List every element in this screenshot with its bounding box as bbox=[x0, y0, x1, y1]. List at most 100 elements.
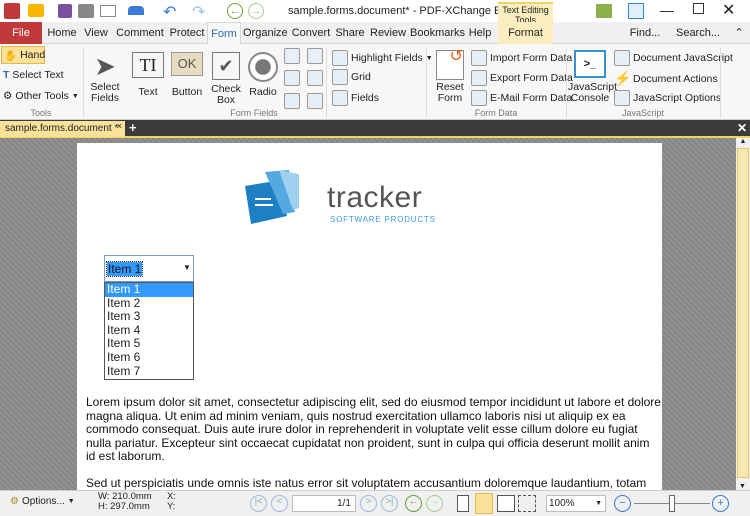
list-item[interactable]: Item 7 bbox=[105, 364, 193, 379]
radio-label: Radio bbox=[249, 86, 277, 98]
find-button[interactable]: Find... bbox=[622, 22, 668, 44]
forward-icon[interactable]: → bbox=[248, 3, 264, 19]
javascript-options-button[interactable]: JavaScript Options bbox=[614, 90, 721, 106]
scroll-down-icon[interactable]: ▼ bbox=[739, 483, 746, 490]
back-view-button[interactable]: ← bbox=[405, 495, 422, 512]
open-icon[interactable] bbox=[28, 4, 44, 17]
tab-protect[interactable]: Protect bbox=[168, 22, 206, 44]
forward-view-button[interactable]: → bbox=[426, 495, 443, 512]
export-icon bbox=[471, 70, 487, 86]
tab-format[interactable]: Format bbox=[498, 22, 553, 44]
list-item[interactable]: Item 4 bbox=[105, 323, 193, 338]
scroll-thumb[interactable] bbox=[737, 148, 749, 478]
first-page-button[interactable]: |< bbox=[250, 495, 267, 512]
search-button[interactable]: Search... bbox=[672, 22, 724, 44]
zoom-in-button[interactable]: + bbox=[712, 495, 729, 512]
select-fields-button[interactable]: ➤ Select Fields bbox=[88, 50, 122, 104]
image-icon[interactable] bbox=[306, 92, 323, 109]
tab-bookmarks[interactable]: Bookmarks bbox=[410, 22, 465, 44]
check-box-button[interactable]: ✔ Check Box bbox=[209, 52, 243, 106]
email-icon[interactable] bbox=[100, 5, 116, 17]
redo-icon[interactable]: ↷ bbox=[192, 2, 205, 22]
list-item[interactable]: Item 1 bbox=[105, 282, 193, 297]
list-item[interactable]: Item 3 bbox=[105, 310, 193, 324]
prev-page-button[interactable]: < bbox=[271, 495, 288, 512]
tab-file[interactable]: File bbox=[0, 22, 42, 44]
export-form-data-button[interactable]: Export Form Data bbox=[471, 70, 573, 86]
tab-home[interactable]: Home bbox=[45, 22, 79, 44]
fullscreen-icon[interactable] bbox=[628, 3, 644, 19]
options-button[interactable]: ⚙ Options... ▼ bbox=[10, 496, 75, 507]
scan-icon[interactable] bbox=[128, 6, 144, 15]
back-icon[interactable]: ← bbox=[227, 3, 243, 19]
group-label-form-fields: Form Fields bbox=[230, 108, 278, 118]
zoom-slider-thumb[interactable] bbox=[669, 495, 675, 512]
hand-label: Hand bbox=[20, 49, 46, 61]
tab-organize[interactable]: Organize bbox=[243, 22, 288, 44]
select-text-button[interactable]: T Select Text bbox=[3, 69, 64, 81]
hand-tool-button[interactable]: ✋ Hand bbox=[1, 46, 45, 64]
highlight-fields-button[interactable]: Highlight Fields ▼ bbox=[332, 50, 433, 66]
button-field-button[interactable]: OK Button bbox=[168, 52, 206, 98]
page-number-input[interactable]: 1/1 bbox=[292, 495, 356, 512]
other-tools-button[interactable]: ⚙ Other Tools ▼ bbox=[3, 90, 79, 102]
tab-help[interactable]: Help bbox=[466, 22, 494, 44]
scroll-up-icon[interactable]: ▲ bbox=[736, 138, 750, 145]
vertical-scrollbar[interactable]: ▲ ▼ bbox=[736, 138, 750, 490]
list-item[interactable]: Item 2 bbox=[105, 296, 193, 311]
continuous-facing-icon[interactable] bbox=[518, 495, 536, 512]
next-page-button[interactable]: > bbox=[360, 495, 377, 512]
tab-form[interactable]: Form bbox=[207, 22, 241, 44]
status-bar: ⚙ Options... ▼ W: 210.0mm H: 297.0mm X: Y: |… bbox=[0, 490, 750, 516]
chevron-down-icon[interactable]: ▼ bbox=[183, 263, 191, 272]
grid-button[interactable]: Grid bbox=[332, 69, 371, 85]
document-javascript-button[interactable]: Document JavaScript bbox=[614, 50, 733, 66]
item-dropdown[interactable]: Item 1 ▼ bbox=[104, 255, 194, 282]
tab-comment[interactable]: Comment bbox=[114, 22, 166, 44]
import-form-data-button[interactable]: Import Form Data bbox=[471, 50, 572, 66]
signature-icon[interactable] bbox=[284, 92, 300, 109]
check-box-label: Check Box bbox=[211, 83, 241, 106]
logo-subtitle: SOFTWARE PRODUCTS bbox=[330, 215, 436, 224]
radio-button[interactable]: Radio bbox=[246, 52, 280, 98]
barcode-icon[interactable] bbox=[306, 48, 323, 64]
zoom-select[interactable]: 100% ▼ bbox=[546, 495, 606, 512]
maximize-button[interactable] bbox=[693, 3, 704, 14]
document-tab[interactable]: sample.forms.document * × bbox=[0, 121, 125, 137]
undo-icon[interactable]: ↶ bbox=[163, 2, 176, 22]
list-item[interactable]: Item 6 bbox=[105, 350, 193, 365]
save-icon[interactable] bbox=[58, 4, 72, 18]
tab-convert[interactable]: Convert bbox=[291, 22, 331, 44]
minimize-button[interactable]: — bbox=[660, 2, 674, 18]
date-field-icon[interactable] bbox=[306, 70, 323, 87]
javascript-console-button[interactable]: >_ JavaScript Console bbox=[568, 50, 617, 104]
reset-form-button[interactable]: ↺ Reset Form bbox=[432, 49, 468, 104]
last-page-button[interactable]: >| bbox=[381, 495, 398, 512]
grid-label: Grid bbox=[351, 71, 371, 83]
zoom-out-button[interactable]: − bbox=[614, 495, 631, 512]
list-box-icon[interactable] bbox=[284, 48, 300, 64]
close-all-icon[interactable]: ✕ bbox=[737, 121, 747, 135]
grid-icon bbox=[332, 69, 348, 85]
close-button[interactable]: ✕ bbox=[722, 0, 735, 20]
new-tab-icon[interactable]: + bbox=[129, 120, 137, 135]
facing-pages-icon[interactable] bbox=[497, 495, 515, 512]
tab-share[interactable]: Share bbox=[334, 22, 366, 44]
continuous-page-icon[interactable] bbox=[475, 493, 493, 514]
document-actions-button[interactable]: ⚡ Document Actions bbox=[614, 70, 718, 87]
tab-view[interactable]: View bbox=[82, 22, 110, 44]
fields-button[interactable]: Fields bbox=[332, 90, 379, 106]
close-tab-icon[interactable]: × bbox=[117, 118, 122, 134]
document-view: tracker SOFTWARE PRODUCTS Item 1 ▼ Item … bbox=[0, 138, 736, 490]
combo-box-icon[interactable] bbox=[284, 70, 300, 87]
single-page-icon[interactable] bbox=[457, 495, 469, 512]
settings-icon[interactable] bbox=[596, 4, 612, 18]
field-types-grid bbox=[284, 48, 324, 110]
collapse-ribbon-icon[interactable]: ⌃ bbox=[733, 22, 745, 44]
print-icon[interactable] bbox=[78, 4, 94, 18]
list-item[interactable]: Item 5 bbox=[105, 337, 193, 351]
select-text-label: Select Text bbox=[12, 69, 64, 81]
email-form-data-button[interactable]: E-Mail Form Data bbox=[471, 90, 572, 106]
tab-review[interactable]: Review bbox=[370, 22, 406, 44]
text-field-button[interactable]: TI Text bbox=[130, 52, 166, 98]
